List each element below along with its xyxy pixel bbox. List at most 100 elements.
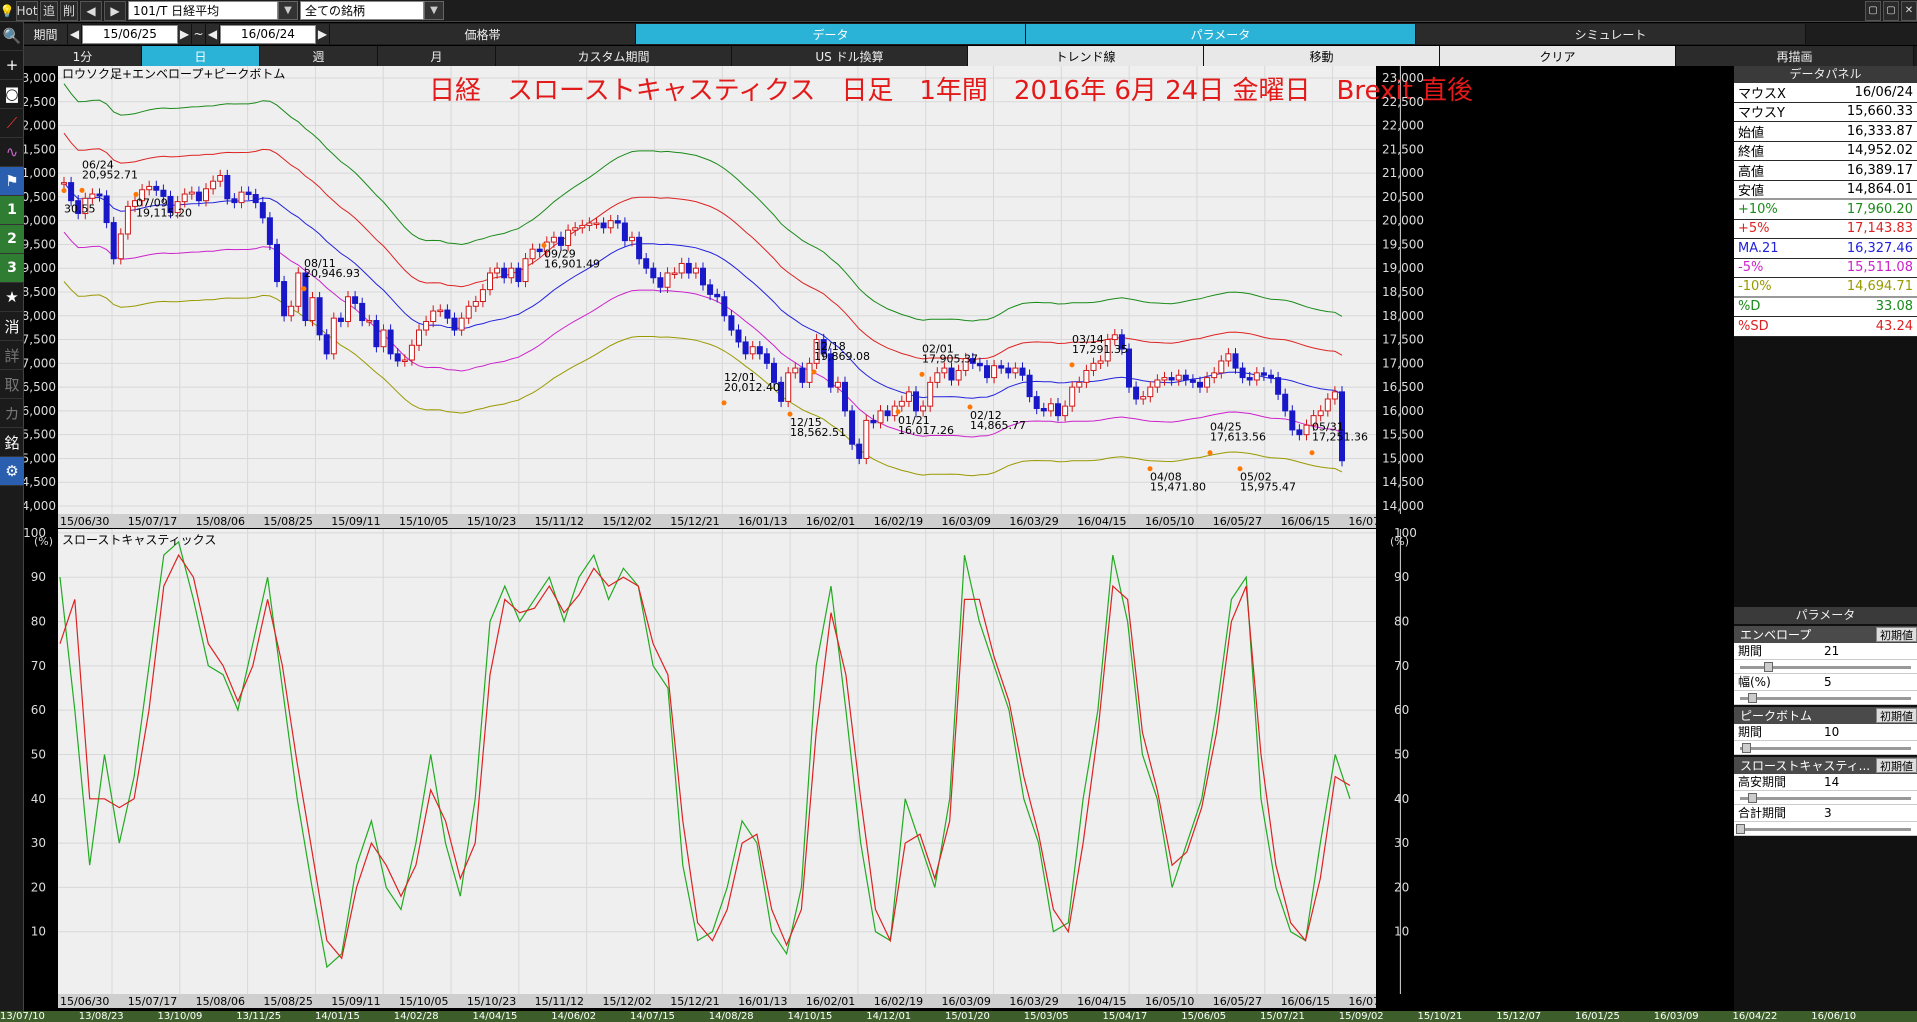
symbol-field[interactable]: 101/T 日経平均: [128, 1, 278, 20]
chart-osc-icon[interactable]: ∿: [0, 138, 24, 167]
date-from-next-icon[interactable]: ▶: [178, 24, 192, 44]
filter-dropdown-icon[interactable]: ▼: [424, 1, 444, 20]
next-symbol-button[interactable]: ▶: [104, 0, 126, 21]
hl-period-slider[interactable]: [1734, 790, 1917, 805]
candle-body: [117, 233, 124, 260]
btn-move[interactable]: 移動: [1204, 46, 1440, 66]
chart-area[interactable]: 06/24 20,952.71 08/11 20,946.93 07/09 19,115.…: [14, 66, 1732, 1011]
envelope-period-value[interactable]: 21: [1824, 644, 1917, 658]
peak-label: ピークボトム: [1740, 708, 1813, 723]
tab-parameters[interactable]: パラメータ: [1026, 24, 1416, 44]
envelope-reset-button[interactable]: 初期値: [1876, 626, 1917, 642]
price-ytick-left: 19,000: [24, 261, 56, 275]
search-icon[interactable]: 🔍: [0, 22, 24, 51]
stoch-ytick-right: 10: [1394, 925, 1409, 939]
btn-week[interactable]: 週: [260, 46, 378, 66]
candle-body: [352, 296, 359, 304]
star-icon[interactable]: ★: [0, 283, 24, 312]
preset-1-button[interactable]: 1: [0, 196, 24, 225]
candle-body: [366, 320, 373, 323]
camera-icon[interactable]: ◙: [0, 80, 24, 109]
envelope-period-slider[interactable]: [1734, 659, 1917, 674]
date-to-field[interactable]: 16/06/24: [220, 24, 316, 44]
btn-day[interactable]: 日: [142, 46, 260, 66]
prev-symbol-button[interactable]: ◀: [80, 0, 102, 21]
envelope-width-slider[interactable]: [1734, 690, 1917, 705]
maximize-button[interactable]: ▢: [1883, 0, 1899, 21]
candle-body: [849, 410, 856, 445]
preset-2-button[interactable]: 2: [0, 225, 24, 254]
candle-body: [387, 329, 394, 355]
period-prev-icon[interactable]: ◀: [68, 24, 82, 44]
gear-icon[interactable]: ⚙: [0, 457, 24, 486]
stoch-param-label: スローストキャスティ...: [1740, 758, 1871, 773]
ka-button[interactable]: カ: [0, 399, 24, 428]
btn-usd-convert[interactable]: US ドル換算: [732, 46, 968, 66]
candle-body: [1083, 369, 1090, 383]
candle-body: [1204, 377, 1211, 388]
peak-bottom-dot: [811, 369, 817, 375]
btn-redraw[interactable]: 再描画: [1676, 46, 1914, 66]
plus-icon[interactable]: +: [0, 51, 24, 80]
chart-svg[interactable]: 06/2420,952.7108/1120,946.9307/0919,115.…: [14, 66, 1732, 1011]
trade-button[interactable]: 取: [0, 370, 24, 399]
btn-1min[interactable]: 1分: [24, 46, 142, 66]
btn-trendline[interactable]: トレンド線: [968, 46, 1204, 66]
tab-data[interactable]: データ: [636, 24, 1026, 44]
period-next-icon[interactable]: ▶: [316, 24, 330, 44]
btn-month[interactable]: 月: [378, 46, 496, 66]
row-key: 高値: [1738, 164, 1765, 180]
close-button[interactable]: ✕: [1901, 0, 1917, 21]
bulb-icon[interactable]: 💡: [0, 1, 14, 21]
xtick-label: 16/03/09: [942, 515, 991, 528]
stoch-reset-button[interactable]: 初期値: [1876, 757, 1917, 773]
price-ytick-right: 23,000: [1382, 71, 1424, 85]
candle-body: [1303, 424, 1310, 436]
stock-button[interactable]: 銘: [0, 428, 24, 457]
candle-body: [1097, 360, 1104, 364]
history-tick: 15/06/05: [1181, 1011, 1227, 1022]
btn-clear[interactable]: クリア: [1440, 46, 1676, 66]
candle-body: [1133, 386, 1140, 400]
symbol-dropdown-icon[interactable]: ▼: [278, 1, 298, 20]
filter-field[interactable]: 全ての銘柄: [300, 1, 424, 20]
peak-period-value[interactable]: 10: [1824, 725, 1917, 739]
delete-button[interactable]: 削: [60, 0, 78, 21]
sum-period-value[interactable]: 3: [1824, 806, 1917, 820]
candle-body: [692, 267, 699, 274]
data-panel-row: MA.21 16,327.46: [1734, 239, 1917, 259]
candle-body: [714, 293, 721, 298]
hl-period-value[interactable]: 14: [1824, 775, 1917, 789]
price-ytick-left: 18,000: [24, 309, 56, 323]
candle-body: [1260, 372, 1267, 376]
peak-reset-button[interactable]: 初期値: [1876, 707, 1917, 723]
candle-body: [1076, 381, 1083, 388]
xtick-label: 16/02/01: [806, 515, 855, 528]
tab-price-band[interactable]: 価格帯: [330, 24, 636, 44]
envelope-width-value[interactable]: 5: [1824, 675, 1917, 689]
price-ytick-left: 20,000: [24, 214, 56, 228]
candle-body: [799, 367, 806, 383]
peak-period-slider[interactable]: [1734, 740, 1917, 755]
history-tick: 16/04/22: [1732, 1011, 1778, 1022]
stoch-ytick-right: 50: [1394, 747, 1409, 761]
date-to-prev-icon[interactable]: ◀: [206, 24, 220, 44]
date-from-field[interactable]: 15/06/25: [82, 24, 178, 44]
history-axis[interactable]: 13/07/10 13/08/23 13/10/09 13/11/25 14/01/15…: [0, 1011, 1917, 1022]
add-button[interactable]: 追: [40, 0, 58, 21]
tab-simulate[interactable]: シミュレート: [1416, 24, 1806, 44]
candle-body: [416, 329, 422, 346]
xtick-label: 15/10/05: [399, 995, 448, 1008]
candle-body: [1317, 410, 1324, 417]
sum-period-slider[interactable]: [1734, 821, 1917, 836]
minimize-button[interactable]: ▢: [1865, 0, 1881, 21]
detail-button[interactable]: 詳: [0, 341, 24, 370]
hot-button[interactable]: Hot: [16, 0, 38, 21]
btn-custom-period[interactable]: カスタム期間: [496, 46, 732, 66]
flag-icon[interactable]: ⚑: [0, 167, 24, 196]
stoch-ytick-right: 60: [1394, 703, 1409, 717]
preset-3-button[interactable]: 3: [0, 254, 24, 283]
chart-line-icon[interactable]: ⟋: [0, 109, 24, 138]
history-tick: 15/04/17: [1102, 1011, 1148, 1022]
erase-button[interactable]: 消: [0, 312, 24, 341]
